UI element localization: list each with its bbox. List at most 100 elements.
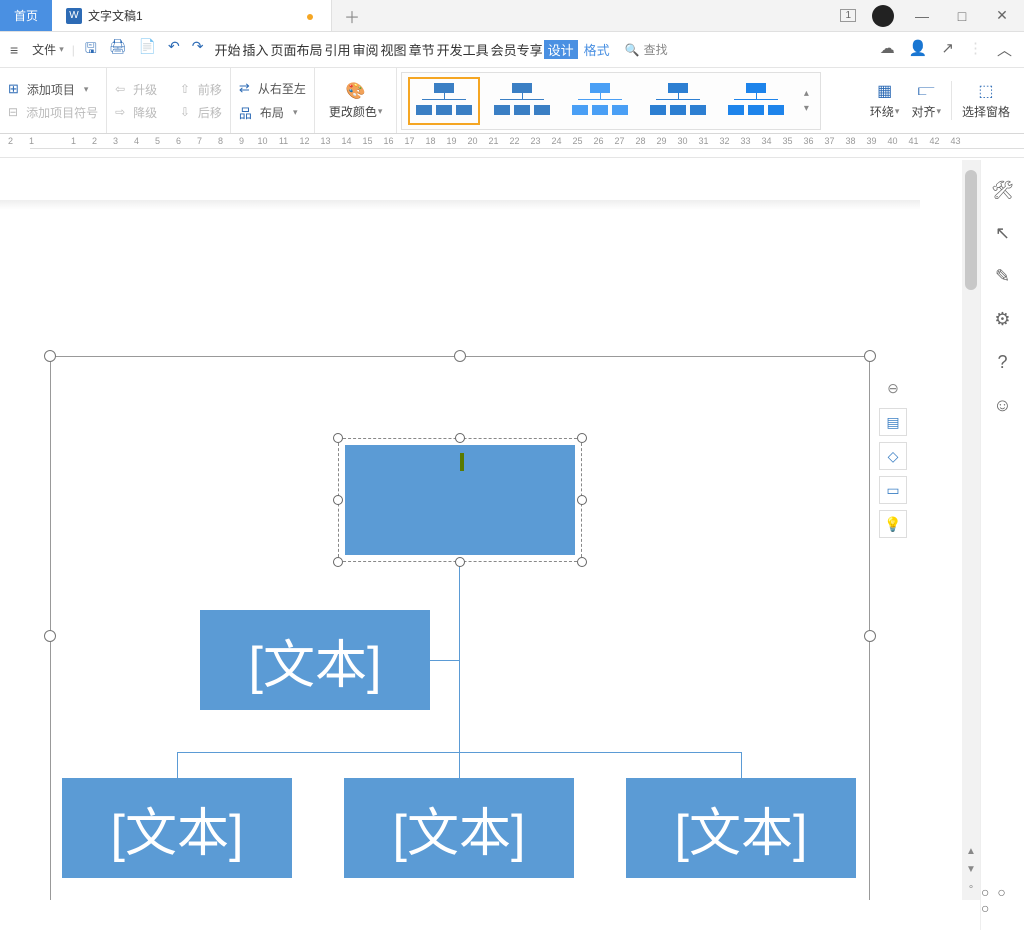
window-count-badge[interactable]: 1 [840, 9, 856, 22]
close-button[interactable]: ✕ [990, 7, 1014, 24]
main-menu-tabs: 开始 插入 页面布局 引用 审阅 视图 章节 开发工具 会员专享 设计 格式 [213, 40, 610, 59]
align-button[interactable]: ⫍对齐▾ [905, 81, 947, 120]
document-canvas[interactable]: [文本] [文本] [文本] [文本] ⊖ ▤ ◇ ▭ 💡 [0, 160, 980, 900]
menu-member[interactable]: 会员专享 [490, 40, 544, 59]
shape-handle[interactable] [333, 433, 343, 443]
menu-bar: ≡ 文件▾ | 🖫 🖨 📄 ↶ ↷ 开始 插入 页面布局 引用 审阅 视图 章节… [0, 32, 1024, 68]
shape-handle[interactable] [333, 557, 343, 567]
collapse-ribbon-icon[interactable]: ︿ [997, 39, 1012, 60]
scroll-down-icon[interactable]: ▼ [962, 864, 980, 882]
text-cursor-icon [460, 453, 464, 471]
user-avatar[interactable] [872, 5, 894, 27]
demote-button: 降级 [133, 104, 157, 121]
float-collapse-icon[interactable]: ⊖ [879, 374, 907, 402]
tab-home[interactable]: 首页 [0, 0, 52, 31]
menu-chapter[interactable]: 章节 [408, 40, 436, 59]
search-icon: 🔍 [625, 43, 640, 57]
side-tool-help-icon[interactable]: ? [997, 352, 1007, 373]
shape-handle[interactable] [333, 495, 343, 505]
align-icon: ⫍ [914, 81, 938, 101]
search-box[interactable]: 🔍 查找 [625, 41, 668, 58]
select-pane-button[interactable]: ⬚选择窗格 [956, 81, 1016, 120]
resize-handle[interactable] [864, 630, 876, 642]
wrap-icon: ▦ [873, 81, 897, 101]
menu-design[interactable]: 设计 [544, 40, 578, 59]
resize-handle[interactable] [454, 350, 466, 362]
style-option-1[interactable] [408, 77, 480, 125]
cloud-icon[interactable]: ☁ [880, 39, 895, 60]
title-tab-bar: 首页 W 文字文稿1 ＋ 1 — □ ✕ [0, 0, 1024, 32]
scrollbar-thumb[interactable] [965, 170, 977, 290]
shape-handle[interactable] [577, 433, 587, 443]
float-layout-icon[interactable]: ▤ [879, 408, 907, 436]
menu-format[interactable]: 格式 [578, 40, 611, 59]
child-text: [文本] [111, 791, 244, 866]
smartart-child-node[interactable]: [文本] [626, 778, 856, 878]
menu-reference[interactable]: 引用 [324, 40, 352, 59]
print-icon[interactable]: 📄 [139, 38, 156, 62]
style-option-2[interactable] [486, 77, 558, 125]
hamburger-icon[interactable]: ≡ [0, 42, 24, 58]
gallery-more-button[interactable]: ▴▾ [798, 88, 814, 114]
menu-start[interactable]: 开始 [213, 40, 241, 59]
add-item-button[interactable]: 添加项目 [27, 81, 75, 98]
style-option-3[interactable] [564, 77, 636, 125]
redo-icon[interactable]: ↷ [192, 38, 204, 62]
shape-handle[interactable] [577, 495, 587, 505]
change-color-button[interactable]: 🎨 更改颜色▾ [323, 81, 389, 120]
smartart-root-node[interactable] [338, 438, 582, 562]
menu-view[interactable]: 视图 [380, 40, 408, 59]
float-fill-icon[interactable]: ◇ [879, 442, 907, 470]
horizontal-ruler[interactable]: 2112345678910111213141516171819202122232… [0, 134, 1024, 158]
menu-insert[interactable]: 插入 [241, 40, 269, 59]
smartart-float-toolbar: ⊖ ▤ ◇ ▭ 💡 [877, 374, 909, 538]
new-tab-button[interactable]: ＋ [332, 4, 372, 28]
undo-icon[interactable]: ↶ [168, 38, 180, 62]
style-option-5[interactable] [720, 77, 792, 125]
share-icon[interactable]: ↗ [941, 39, 954, 60]
file-menu[interactable]: 文件▾ [24, 41, 72, 58]
style-option-4[interactable] [642, 77, 714, 125]
print-preview-icon[interactable]: 🖨 [109, 38, 127, 62]
float-outline-icon[interactable]: ▭ [879, 476, 907, 504]
shape-handle[interactable] [577, 557, 587, 567]
maximize-button[interactable]: □ [950, 8, 974, 24]
vertical-scrollbar[interactable]: ▲ ▼ ∘ [962, 160, 980, 900]
tab-home-label: 首页 [14, 7, 38, 24]
select-pane-icon: ⬚ [974, 81, 998, 101]
smartart-assistant-node[interactable]: [文本] [200, 610, 430, 710]
side-tool-settings-icon[interactable]: ⚙ [994, 309, 1010, 330]
tab-document[interactable]: W 文字文稿1 [52, 0, 332, 31]
wrap-button[interactable]: ▦环绕▾ [864, 81, 906, 120]
menu-review[interactable]: 审阅 [352, 40, 380, 59]
side-tool-select-icon[interactable]: ↖ [995, 223, 1010, 244]
save-icon[interactable]: 🖫 [85, 38, 97, 62]
layout-icon: 品 [239, 103, 252, 122]
palette-icon: 🎨 [344, 81, 368, 101]
shape-handle[interactable] [455, 557, 465, 567]
smartart-child-node[interactable]: [文本] [344, 778, 574, 878]
scroll-up-icon[interactable]: ▲ [962, 846, 980, 864]
side-tool-pen-icon[interactable]: ✎ [995, 266, 1010, 287]
move-back-button: 后移 [198, 104, 222, 121]
child-text: [文本] [393, 791, 526, 866]
rtl-button[interactable]: 从右至左 [258, 80, 306, 97]
right-side-toolbar: 🛠 ↖ ✎ ⚙ ? ☺ ○ ○ ○ [980, 160, 1024, 930]
minimize-button[interactable]: — [910, 8, 934, 24]
share-user-icon[interactable]: 👤 [909, 39, 928, 60]
resize-handle[interactable] [44, 630, 56, 642]
add-bullet-icon: ⊟ [8, 105, 18, 119]
smartart-child-node[interactable]: [文本] [62, 778, 292, 878]
menu-devtools[interactable]: 开发工具 [436, 40, 490, 59]
menu-pagelayout[interactable]: 页面布局 [270, 40, 324, 59]
float-idea-icon[interactable]: 💡 [879, 510, 907, 538]
side-tool-feedback-icon[interactable]: ☺ [993, 395, 1011, 416]
layout-button[interactable]: 布局 [260, 104, 284, 121]
side-tool-more-icon[interactable]: ○ ○ ○ [981, 884, 1024, 916]
scroll-options-icon[interactable]: ∘ [962, 882, 980, 900]
side-tool-assistant-icon[interactable]: 🛠 [991, 180, 1014, 201]
shape-handle[interactable] [455, 433, 465, 443]
demote-icon: ⇨ [115, 105, 125, 119]
resize-handle[interactable] [864, 350, 876, 362]
resize-handle[interactable] [44, 350, 56, 362]
